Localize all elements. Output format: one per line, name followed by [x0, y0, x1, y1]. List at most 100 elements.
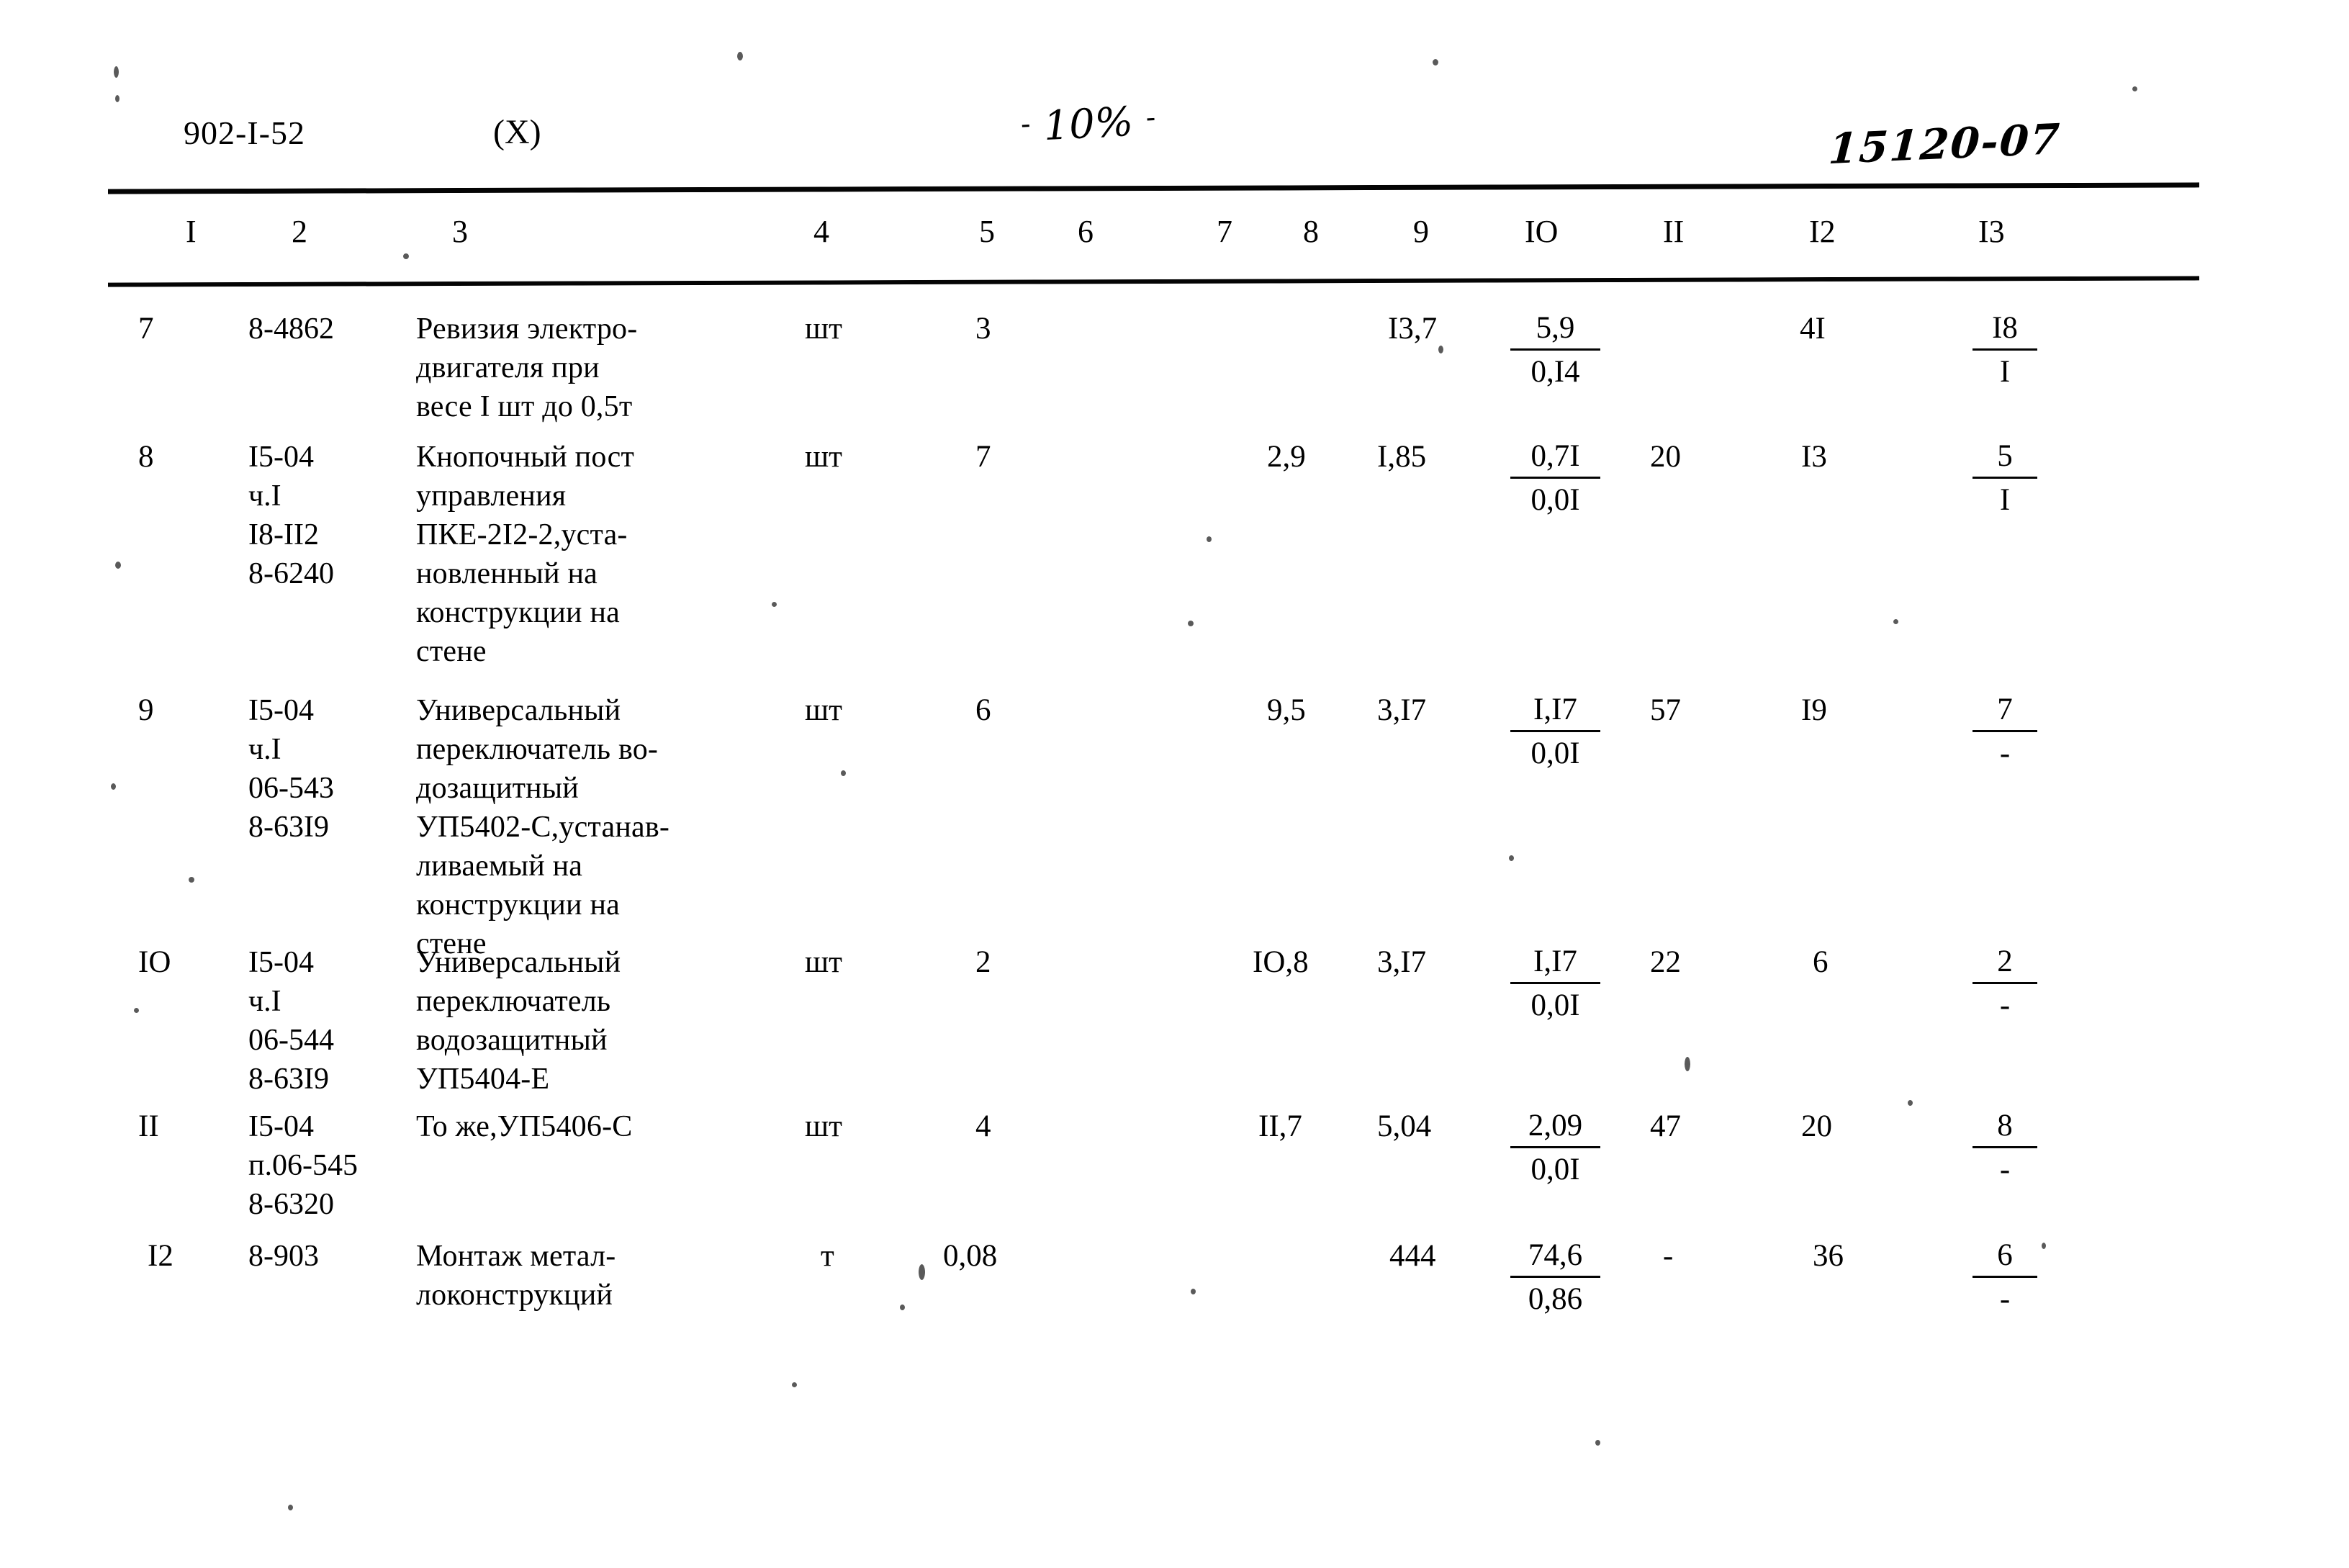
scan-speck: [288, 1505, 293, 1510]
row-col11: -: [1663, 1239, 1674, 1273]
row-col13-denominator: -: [1999, 1282, 2011, 1316]
row-col12: 36: [1813, 1239, 1844, 1273]
row-col13-denominator: I: [1999, 355, 2011, 389]
row-col12: I9: [1801, 693, 1827, 727]
row-col10-fraction: 2,09 0,0I: [1510, 1107, 1600, 1189]
row-col13-numerator: I8: [1972, 310, 2037, 351]
column-header-12: I2: [1809, 214, 1836, 249]
row-col5: 6: [975, 693, 991, 727]
row-description: То же,УП5406-С: [416, 1110, 633, 1143]
page-header: 902-I-52 (X) -10% - 15120-07: [0, 99, 2349, 180]
table-top-rule: [107, 182, 2200, 194]
row-col10-numerator: I,I7: [1510, 691, 1600, 732]
row-col13-numerator: 7: [1972, 691, 2037, 732]
page-number: -10% -: [1006, 96, 1170, 152]
scan-speck: [114, 66, 119, 78]
scan-speck: [1908, 1100, 1913, 1106]
row-unit: шт: [805, 440, 842, 474]
scan-speck: [1191, 1289, 1196, 1294]
row-col13-fraction: I8 I: [1972, 310, 2037, 391]
document-variant: (X): [493, 113, 541, 151]
row-col5: 0,08: [943, 1239, 998, 1273]
scan-speck: [772, 602, 777, 607]
row-col10-denominator: 0,86: [1528, 1282, 1583, 1316]
row-col10-denominator: 0,0I: [1530, 1153, 1580, 1186]
row-col13-fraction: 7 -: [1972, 691, 2037, 772]
document-code: 902-I-52: [184, 114, 305, 151]
row-codes: 8-4862: [248, 312, 334, 346]
row-col13-denominator: -: [1999, 736, 2011, 770]
row-description: Универсальный переключатель во- дозащитн…: [416, 694, 670, 960]
row-col9: 3,I7: [1377, 693, 1427, 727]
scan-speck: [1509, 855, 1514, 861]
row-number: 7: [138, 312, 154, 346]
row-col12: 20: [1801, 1109, 1832, 1143]
page-number-dash-right: -: [1145, 101, 1157, 135]
row-col13-fraction: 6 -: [1972, 1237, 2037, 1318]
row-col13-denominator: -: [1999, 1153, 2011, 1186]
column-header-7: 7: [1217, 214, 1232, 249]
row-description: Кнопочный пост управления ПКЕ-2I2-2,уста…: [416, 441, 634, 668]
row-col11: 57: [1650, 693, 1681, 727]
table-header-rule: [107, 276, 2200, 287]
row-col10-fraction: 5,9 0,I4: [1510, 310, 1600, 391]
column-header-2: 2: [292, 214, 307, 249]
row-col5: 3: [975, 312, 991, 346]
scan-speck: [111, 783, 116, 790]
scan-speck: [1433, 59, 1438, 66]
scan-speck: [2132, 86, 2137, 91]
row-col10-numerator: 2,09: [1510, 1107, 1600, 1148]
scan-speck: [403, 253, 409, 259]
column-header-3: 3: [452, 214, 468, 249]
row-col8: II,7: [1258, 1109, 1302, 1143]
column-header-8: 8: [1303, 214, 1319, 249]
row-codes: I5-04 п.06-545 8-6320: [248, 1110, 358, 1221]
row-col8: 2,9: [1267, 440, 1306, 474]
row-description: Ревизия электро- двигателя при весе I шт…: [416, 312, 638, 423]
row-col9: 3,I7: [1377, 945, 1427, 979]
row-number: II: [138, 1109, 159, 1143]
row-col13-fraction: 2 -: [1972, 943, 2037, 1024]
row-col10-fraction: I,I7 0,0I: [1510, 691, 1600, 772]
column-header-5: 5: [979, 214, 995, 249]
row-number: 9: [138, 693, 154, 727]
row-col10-denominator: 0,0I: [1530, 988, 1580, 1022]
column-header-6: 6: [1078, 214, 1094, 249]
row-codes: I5-04 ч.I I8-II2 8-6240: [248, 441, 334, 590]
row-col13-numerator: 8: [1972, 1107, 2037, 1148]
row-col12: I3: [1801, 440, 1827, 474]
row-col11: 20: [1650, 440, 1681, 474]
scan-speck: [792, 1382, 797, 1387]
page-number-value: 10%: [1042, 98, 1135, 150]
row-codes: I5-04 ч.I 06-543 8-63I9: [248, 694, 334, 844]
row-col13-denominator: -: [1999, 988, 2011, 1022]
row-col10-numerator: 5,9: [1510, 310, 1600, 351]
row-col9: 444: [1389, 1239, 1436, 1273]
row-unit: т: [821, 1239, 834, 1273]
row-col10-numerator: I,I7: [1510, 943, 1600, 984]
row-col10-denominator: 0,I4: [1530, 355, 1580, 389]
row-number: IO: [138, 945, 171, 979]
scan-speck: [1188, 621, 1194, 626]
row-col5: 7: [975, 440, 991, 474]
scan-speck: [1207, 536, 1212, 542]
scan-speck: [919, 1264, 925, 1280]
scan-speck: [134, 1008, 139, 1013]
row-col5: 4: [975, 1109, 991, 1143]
scan-speck: [1685, 1057, 1690, 1071]
column-header-1: I: [186, 214, 197, 249]
row-col10-denominator: 0,0I: [1530, 736, 1580, 770]
row-col9: 5,04: [1377, 1109, 1432, 1143]
row-col10-numerator: 0,7I: [1510, 438, 1600, 479]
row-col10-fraction: 74,6 0,86: [1510, 1237, 1600, 1318]
scan-speck: [2042, 1243, 2046, 1249]
row-col12: 4I: [1800, 312, 1826, 346]
row-col11: 47: [1650, 1109, 1681, 1143]
row-codes: 8-903: [248, 1240, 319, 1273]
row-col10-numerator: 74,6: [1510, 1237, 1600, 1278]
row-description: Универсальный переключатель водозащитный…: [416, 946, 621, 1096]
column-header-9: 9: [1413, 214, 1429, 249]
row-col5: 2: [975, 945, 991, 979]
row-col10-denominator: 0,0I: [1530, 483, 1580, 517]
scan-speck: [115, 95, 120, 102]
